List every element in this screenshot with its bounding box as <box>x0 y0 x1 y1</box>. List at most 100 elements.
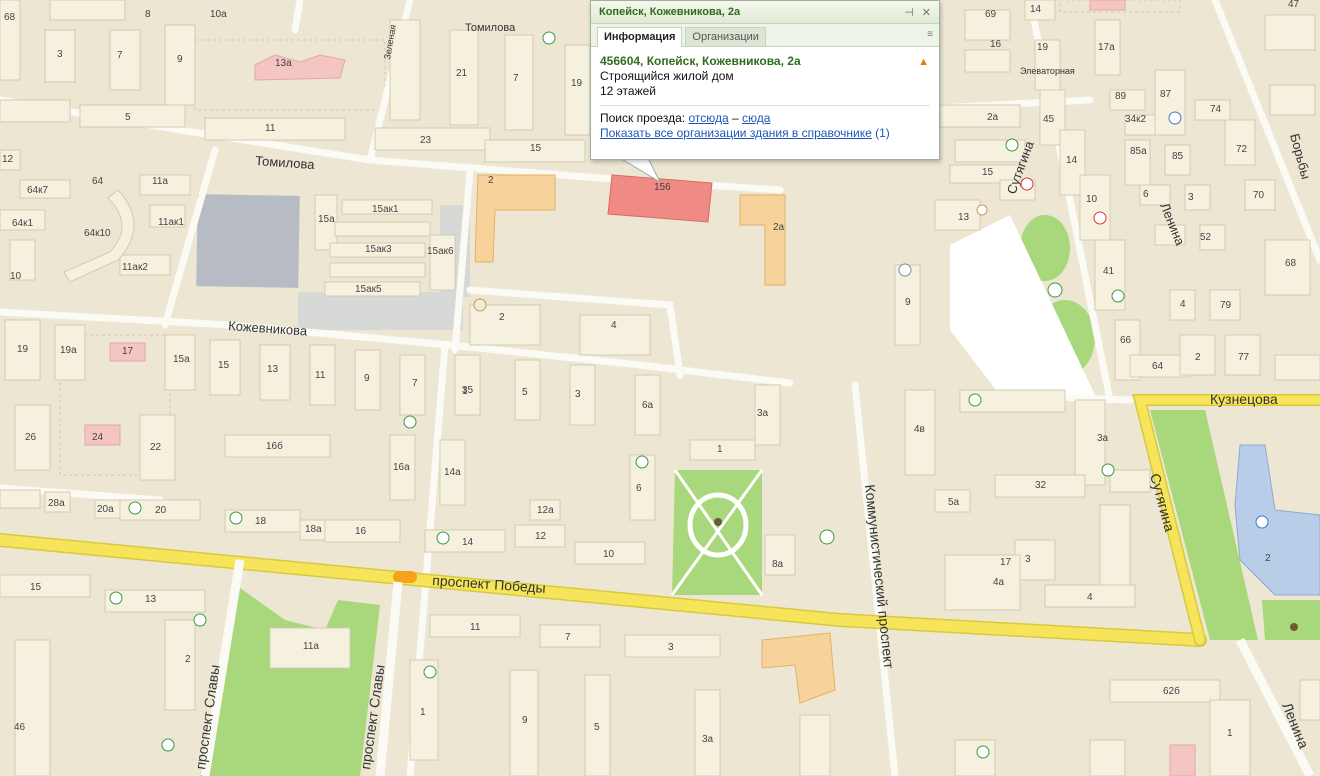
street-kuznetsova: Кузнецова <box>1210 391 1278 407</box>
house-number: 156 <box>654 182 671 193</box>
pin-icon[interactable]: ⊣ <box>904 6 914 19</box>
route-from-link[interactable]: отсюда <box>688 111 728 125</box>
house-number: 64к1 <box>12 218 33 229</box>
house-number: 74 <box>1210 104 1222 115</box>
house-number: 10 <box>603 549 615 560</box>
house-number: 47 <box>1288 0 1300 10</box>
orgs-row: Показать все организации здания в справо… <box>600 126 930 140</box>
house-number: 7 <box>117 50 123 61</box>
house-number: 46 <box>14 722 26 733</box>
house-number: 32 <box>1035 480 1047 491</box>
house-number: 20 <box>155 505 167 516</box>
house-number: 4 <box>611 320 617 331</box>
school-icon <box>1168 111 1182 125</box>
popup-header: Копейск, Кожевникова, 2а ⊣ ✕ <box>591 1 939 24</box>
house-number: 3 <box>575 389 581 400</box>
house-number: 13 <box>145 594 157 605</box>
house-number: 64 <box>92 176 104 187</box>
school-icon <box>1255 515 1269 529</box>
house-number: 2a <box>773 222 785 233</box>
fuel-icon <box>819 529 835 545</box>
menu-icon[interactable]: ≡ <box>927 29 933 40</box>
house-number: 3 <box>1025 554 1031 565</box>
house-number: 64 <box>1152 361 1164 372</box>
shop-icon <box>976 745 990 759</box>
house-number: 15 <box>530 143 542 154</box>
house-number: 3 <box>57 49 63 60</box>
close-icon[interactable]: ✕ <box>922 6 931 19</box>
house-number: 19 <box>571 78 583 89</box>
house-number: 18 <box>255 516 267 527</box>
house-number: 6 <box>636 483 642 494</box>
bank-icon <box>1101 463 1115 477</box>
house-number: 11 <box>265 123 276 134</box>
house-number: 17 <box>122 346 134 357</box>
gray-building <box>196 194 300 288</box>
show-organizations-link[interactable]: Показать все организации здания в справо… <box>600 126 872 140</box>
house-number: 3a <box>1097 433 1109 444</box>
house-number: 9 <box>177 54 183 65</box>
house-number: 68 <box>1285 258 1297 269</box>
house-number: 7 <box>412 378 418 389</box>
route-label: Поиск проезда: <box>600 111 686 125</box>
house-number: 68 <box>4 12 16 23</box>
house-number: 5 <box>594 722 600 733</box>
parking-area <box>298 292 463 330</box>
street-elevatornaya: Элеваторная <box>1020 66 1075 76</box>
house-number: 15aк6 <box>427 246 454 257</box>
house-number: 1 <box>420 707 426 718</box>
house-number: 16б <box>266 440 283 452</box>
info-popup: Копейск, Кожевникова, 2а ⊣ ✕ Информация … <box>590 0 940 160</box>
clothes-icon <box>436 531 450 545</box>
house-number: 15aк3 <box>365 244 392 255</box>
cafe-icon <box>473 298 487 312</box>
cart-icon <box>1005 138 1019 152</box>
house-number: 4в <box>914 424 925 435</box>
restaurant-icon <box>976 204 988 216</box>
route-dash: – <box>731 111 739 125</box>
house-number: 64к10 <box>84 228 111 239</box>
house-number: 89 <box>1115 91 1127 102</box>
monument-icon <box>714 518 722 526</box>
house-number: 13a <box>275 58 292 69</box>
house-number: 2 <box>1195 352 1201 363</box>
house-number: 11aк2 <box>122 262 148 273</box>
house-number: 17 <box>1000 557 1012 568</box>
house-number: 26 <box>25 432 37 443</box>
house-number: 5a <box>948 497 960 508</box>
house-number: 9 <box>522 715 528 726</box>
medical-icon <box>1020 177 1034 191</box>
house-number: 20a <box>97 504 114 515</box>
house-number: 17a <box>1098 42 1115 53</box>
house-number: 87 <box>1160 89 1172 100</box>
house-number: 7 <box>513 73 519 84</box>
cart-icon <box>128 501 142 515</box>
house-number: 34к2 <box>1125 114 1146 125</box>
house-number: 11aк1 <box>158 217 184 228</box>
house-number: 12a <box>537 505 554 516</box>
house-number: 10 <box>10 271 22 282</box>
house-number: 22 <box>150 442 162 453</box>
house-number: 15aк1 <box>372 204 399 215</box>
cart-icon <box>193 613 207 627</box>
house-number: 11a <box>303 641 319 652</box>
cart-icon <box>161 738 175 752</box>
route-to-link[interactable]: сюда <box>742 111 770 125</box>
house-number: 9 <box>364 373 370 384</box>
shop-icon <box>109 591 123 605</box>
house-number: 24 <box>92 432 104 443</box>
organizations-count: (1) <box>875 126 890 140</box>
house-number: 52 <box>1200 232 1212 243</box>
house-number: 21 <box>456 68 468 79</box>
house-number: 2a <box>987 112 999 123</box>
house-number: 79 <box>1220 300 1232 311</box>
popup-divider <box>600 105 930 106</box>
tab-information[interactable]: Информация <box>597 27 683 47</box>
house-number: 19 <box>17 344 29 355</box>
house-number: 10 <box>1086 194 1098 205</box>
tab-organizations[interactable]: Организации <box>685 27 766 46</box>
popup-header-title: Копейск, Кожевникова, 2а <box>599 6 741 18</box>
house-number: 5 <box>522 387 528 398</box>
house-number: 13 <box>267 364 279 375</box>
fuel-icon <box>1047 282 1063 298</box>
